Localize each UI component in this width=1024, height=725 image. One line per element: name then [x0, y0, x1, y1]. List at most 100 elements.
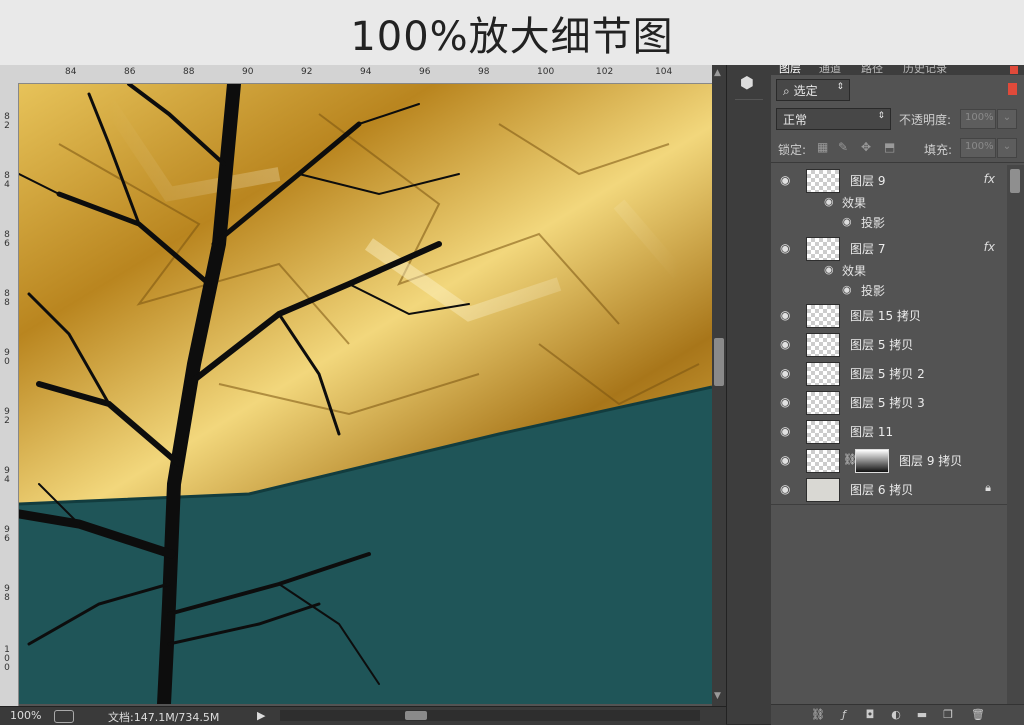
layer-name: 图层 9 拷贝 [899, 454, 963, 468]
eye-icon[interactable]: ◉ [780, 173, 794, 187]
eye-icon[interactable]: ◉ [780, 424, 794, 438]
add-mask-icon[interactable]: ◘ [863, 708, 877, 722]
tab-history[interactable]: 历史记录 [903, 65, 947, 75]
close-panel-icon[interactable] [1010, 66, 1018, 74]
eye-icon[interactable]: ◉ [824, 195, 834, 208]
eye-icon[interactable]: ◉ [780, 366, 794, 380]
ruler-label: 96 [4, 525, 10, 544]
ruler-label: 100 [4, 645, 10, 673]
effect-drop-shadow[interactable]: 投影 [861, 214, 885, 231]
lock-icon: 🔒︎ [985, 481, 991, 494]
scroll-thumb[interactable] [405, 711, 427, 720]
workspace: 84 86 88 90 92 94 96 98 100 102 104 106 … [0, 65, 1024, 725]
ruler-label: 88 [183, 67, 195, 77]
scroll-down-icon[interactable]: ▼ [714, 691, 721, 701]
layer-row[interactable]: ◉ 图层 9 fx ◉ 效果 ◉ 投影 [771, 165, 1007, 234]
eye-icon[interactable]: ◉ [780, 482, 794, 496]
vertical-scrollbar[interactable]: ▲ ▼ [712, 65, 726, 706]
ruler-label: 102 [596, 67, 614, 77]
layer-thumbnail [806, 362, 840, 386]
layers-footer: ⛓ ƒ ◘ ◐ ▬ ❐ 🗑︎ [771, 704, 1024, 725]
folder-icon[interactable]: ▬ [915, 708, 929, 722]
eye-icon[interactable]: ◉ [842, 215, 852, 228]
fx-icon[interactable]: fx [984, 172, 995, 186]
layer-thumbnail [806, 420, 840, 444]
layer-row[interactable]: ◉ ⛓ 图层 9 拷贝 [771, 446, 1007, 476]
opacity-input[interactable]: 100% [960, 109, 996, 129]
eye-icon[interactable]: ◉ [824, 263, 834, 276]
ruler-label: 92 [301, 67, 313, 77]
tab-channels[interactable]: 通道 [819, 65, 841, 75]
layer-name: 图层 5 拷贝 [850, 338, 914, 352]
zoom-level[interactable]: 100% [10, 709, 41, 722]
layer-thumbnail [806, 169, 840, 193]
fill-dropdown-icon[interactable]: ⌄ [997, 138, 1017, 158]
scroll-thumb[interactable] [714, 338, 724, 386]
lock-icon[interactable]: ⬒ [884, 140, 895, 154]
ruler-label: 104 [655, 67, 673, 77]
ruler-label: 82 [4, 112, 10, 131]
eye-icon[interactable]: ◉ [842, 283, 852, 296]
new-layer-icon[interactable]: ❐ [941, 708, 955, 722]
lock-pixels-icon[interactable]: ▦ [817, 140, 828, 154]
ruler-label: 94 [4, 466, 10, 485]
layer-mask-thumbnail[interactable] [855, 449, 889, 473]
document-size: 文档:147.1M/734.5M [108, 711, 220, 724]
link-layers-icon[interactable]: ⛓ [811, 708, 825, 722]
ruler-label: 86 [124, 67, 136, 77]
layer-thumbnail [806, 304, 840, 328]
filter-kind-value: 选定 [793, 84, 818, 98]
status-bar: 100% 文档:147.1M/734.5M ▶ [0, 706, 726, 725]
eye-icon[interactable]: ◉ [780, 337, 794, 351]
layer-row[interactable]: ◉ 图层 5 拷贝 3 [771, 388, 1007, 418]
ruler-label: 90 [242, 67, 254, 77]
opacity-dropdown-icon[interactable]: ⌄ [997, 109, 1017, 129]
layer-row[interactable]: ◉ 图层 5 拷贝 2 [771, 359, 1007, 389]
document-canvas[interactable] [19, 84, 712, 704]
blend-mode-select[interactable]: 正常 ⇕ [776, 108, 891, 130]
layer-row[interactable]: ◉ 图层 7 fx ◉ 效果 ◉ 投影 [771, 233, 1007, 302]
trash-icon[interactable]: 🗑︎ [971, 708, 985, 722]
3d-cube-icon[interactable]: ⬢ [740, 73, 754, 92]
status-arrow-icon[interactable]: ▶ [257, 709, 265, 722]
chevron-updown-icon: ⇕ [836, 82, 844, 92]
layer-thumbnail [806, 391, 840, 415]
layer-row[interactable]: ◉ 图层 5 拷贝 [771, 330, 1007, 360]
fill-input[interactable]: 100% [960, 138, 996, 158]
filter-kind-select[interactable]: ⌕ 选定 ⇕ [776, 79, 850, 101]
layer-row[interactable]: ◉ 图层 6 拷贝 🔒︎ [771, 475, 1007, 505]
ruler-label: 98 [4, 584, 10, 603]
layers-scrollbar[interactable] [1007, 165, 1024, 705]
tab-paths[interactable]: 路径 [861, 65, 883, 75]
ruler-label: 88 [4, 289, 10, 308]
scroll-up-icon[interactable]: ▲ [714, 68, 721, 78]
eye-icon[interactable]: ◉ [780, 308, 794, 322]
fx-icon[interactable]: fx [984, 240, 995, 254]
ruler-label: 84 [4, 171, 10, 190]
tab-layers[interactable]: 图层 [779, 65, 801, 75]
eye-icon[interactable]: ◉ [780, 453, 794, 467]
layers-panel: 图层 通道 路径 历史记录 ⌕ 选定 ⇕ 正常 ⇕ 不透明度: 100% ⌄ 锁… [771, 65, 1024, 725]
vertical-ruler[interactable]: 82 84 86 88 90 92 94 96 98 100 [0, 83, 19, 706]
ruler-corner[interactable] [0, 65, 19, 84]
banner-title: 100%放大细节图 [350, 13, 674, 60]
banner: 100%放大细节图 [0, 0, 1024, 65]
scroll-thumb[interactable] [1010, 169, 1020, 193]
eye-icon[interactable]: ◉ [780, 241, 794, 255]
lock-label: 锁定: [778, 143, 807, 157]
horizontal-scrollbar[interactable] [280, 710, 700, 721]
layer-row[interactable]: ◉ 图层 15 拷贝 [771, 301, 1007, 331]
filter-toggle[interactable] [1008, 83, 1017, 95]
horizontal-ruler[interactable]: 84 86 88 90 92 94 96 98 100 102 104 106 [18, 65, 712, 84]
adjustment-layer-icon[interactable]: ◐ [889, 708, 903, 722]
brush-icon[interactable]: ✎ [838, 140, 848, 154]
layer-name: 图层 9 [850, 174, 886, 188]
layer-row[interactable]: ◉ 图层 11 [771, 417, 1007, 447]
move-icon[interactable]: ✥ [861, 140, 871, 154]
divider [771, 162, 1024, 163]
fx-icon[interactable]: ƒ [837, 708, 851, 722]
eye-icon[interactable]: ◉ [780, 395, 794, 409]
effects-label: 效果 [842, 264, 867, 278]
effect-drop-shadow[interactable]: 投影 [861, 282, 885, 299]
status-menu-icon[interactable] [54, 710, 74, 723]
